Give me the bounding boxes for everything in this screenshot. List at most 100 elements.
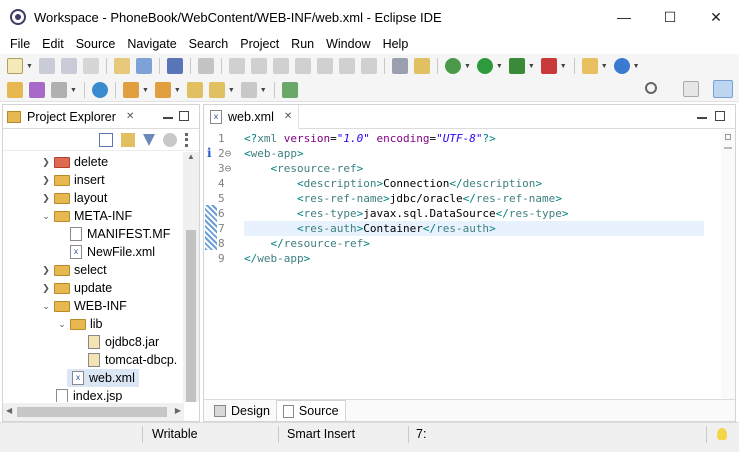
- save-icon[interactable]: [38, 58, 55, 74]
- chevron-down-icon[interactable]: ⌄: [41, 211, 51, 222]
- toggle-block-icon[interactable]: [391, 58, 408, 74]
- collapse-all-icon[interactable]: [99, 132, 113, 147]
- tree-item-lib[interactable]: ⌄ lib: [57, 315, 102, 333]
- print-icon[interactable]: [82, 58, 99, 74]
- menu-run[interactable]: Run: [285, 37, 320, 51]
- new-icon[interactable]: [7, 58, 23, 74]
- line-number[interactable]: 3⊖: [218, 161, 242, 176]
- next-annotation-dropdown-icon[interactable]: ▼: [142, 87, 149, 94]
- run-server-dropdown-icon[interactable]: ▼: [528, 63, 535, 70]
- new-dropdown-icon[interactable]: ▼: [26, 63, 33, 70]
- chevron-right-icon[interactable]: ❯: [41, 175, 51, 186]
- new-class-icon[interactable]: [613, 58, 630, 74]
- menu-edit[interactable]: Edit: [36, 37, 70, 51]
- link-with-editor-icon[interactable]: [121, 132, 135, 147]
- debug-icon[interactable]: [444, 58, 461, 74]
- globe-icon[interactable]: [91, 82, 108, 98]
- back-dropdown-icon[interactable]: ▼: [228, 87, 235, 94]
- open-task-icon[interactable]: [29, 82, 45, 98]
- tree-item-newfile-xml[interactable]: x NewFile.xml: [65, 243, 155, 261]
- close-tab-icon[interactable]: ✕: [284, 111, 292, 122]
- suspend-icon[interactable]: [250, 58, 267, 74]
- code-line[interactable]: <resource-ref>: [244, 161, 364, 176]
- status-insert-mode[interactable]: Smart Insert: [287, 423, 355, 445]
- menu-help[interactable]: Help: [377, 37, 415, 51]
- run-icon[interactable]: [476, 58, 493, 74]
- minimize-view-icon[interactable]: [163, 117, 173, 119]
- tree-item-web-xml[interactable]: x web.xml: [67, 369, 139, 387]
- tree-item-manifest[interactable]: MANIFEST.MF: [65, 225, 170, 243]
- disconnect-icon[interactable]: [294, 58, 311, 74]
- scrollbar-thumb[interactable]: [17, 407, 167, 417]
- scrollbar-thumb[interactable]: [186, 230, 196, 402]
- tree-item-meta-inf[interactable]: ⌄ META-INF: [41, 207, 132, 225]
- tree-item-update[interactable]: ❯ update: [41, 279, 112, 297]
- back-icon[interactable]: [208, 82, 225, 98]
- maximize-editor-icon[interactable]: [715, 111, 725, 121]
- wrench-dropdown-icon[interactable]: ▼: [70, 87, 77, 94]
- forward-icon[interactable]: [240, 82, 257, 98]
- step-over-icon[interactable]: [338, 58, 355, 74]
- mark-occurrences-icon[interactable]: [413, 58, 430, 74]
- previous-annotation-dropdown-icon[interactable]: ▼: [174, 87, 181, 94]
- menu-source[interactable]: Source: [70, 37, 122, 51]
- open-folder-icon[interactable]: [7, 82, 23, 98]
- code-line[interactable]: <res-type>javax.sql.DataSource</res-type…: [244, 206, 569, 221]
- tree-item-insert[interactable]: ❯ insert: [41, 171, 104, 189]
- maximize-view-icon[interactable]: [179, 111, 189, 121]
- minimize-button[interactable]: —: [601, 0, 647, 34]
- code-line[interactable]: </resource-ref>: [244, 236, 370, 251]
- minimize-editor-icon[interactable]: [697, 117, 707, 119]
- focus-icon[interactable]: [163, 132, 177, 147]
- console-icon[interactable]: [166, 58, 183, 74]
- code-line[interactable]: <res-auth>Container</res-auth>: [244, 221, 496, 236]
- open-resource-icon[interactable]: [135, 58, 152, 74]
- tree-item-select[interactable]: ❯ select: [41, 261, 106, 279]
- code-line[interactable]: <description>Connection</description>: [244, 176, 542, 191]
- forward-dropdown-icon[interactable]: ▼: [260, 87, 267, 94]
- wrench-icon[interactable]: [51, 82, 67, 98]
- scroll-left-icon[interactable]: ◀: [6, 406, 12, 415]
- info-icon[interactable]: i: [207, 146, 212, 160]
- pin-editor-icon[interactable]: [281, 82, 298, 98]
- tree-vertical-scrollbar[interactable]: ▲: [183, 152, 199, 402]
- tab-source[interactable]: Source: [275, 400, 346, 421]
- open-perspective-icon[interactable]: [683, 81, 699, 97]
- status-cursor-position[interactable]: 7:: [416, 423, 426, 445]
- annotation-ruler[interactable]: i: [204, 130, 218, 400]
- run-server-icon[interactable]: [508, 58, 525, 74]
- close-view-icon[interactable]: ✕: [126, 111, 134, 122]
- open-type-icon[interactable]: [113, 58, 130, 74]
- code-text[interactable]: <?xml version="1.0" encoding="UTF-8"?> <…: [244, 130, 724, 400]
- tree-horizontal-scrollbar[interactable]: ◀ ▶: [3, 403, 184, 421]
- project-explorer-tab[interactable]: Project Explorer ✕: [3, 105, 138, 129]
- skip-breakpoints-icon[interactable]: [197, 58, 214, 74]
- java-ee-perspective-icon[interactable]: [713, 80, 733, 98]
- next-annotation-icon[interactable]: [122, 82, 139, 98]
- code-area[interactable]: i 1 2⊖ 3⊖ 4 5 6 7 8 9 <?xml version="1.0…: [204, 130, 735, 400]
- close-button[interactable]: ✕: [693, 0, 739, 34]
- new-class-dropdown-icon[interactable]: ▼: [633, 63, 640, 70]
- search-icon[interactable]: [645, 82, 657, 94]
- tree-item-ojdbc8[interactable]: ojdbc8.jar: [83, 333, 159, 351]
- tree-item-index-jsp[interactable]: index.jsp: [51, 387, 122, 402]
- menu-navigate[interactable]: Navigate: [121, 37, 182, 51]
- overview-marker[interactable]: [724, 147, 732, 149]
- maximize-button[interactable]: ☐: [647, 0, 693, 34]
- line-number[interactable]: 2⊖: [218, 146, 242, 161]
- step-return-icon[interactable]: [360, 58, 377, 74]
- tree-item-layout[interactable]: ❯ layout: [41, 189, 107, 207]
- menu-file[interactable]: File: [4, 37, 36, 51]
- tree-item-web-inf[interactable]: ⌄ WEB-INF: [41, 297, 127, 315]
- code-line[interactable]: <res-ref-name>jdbc/oracle</res-ref-name>: [244, 191, 562, 206]
- external-tools-dropdown-icon[interactable]: ▼: [560, 63, 567, 70]
- editor-vertical-scrollbar[interactable]: [721, 130, 735, 400]
- tab-design[interactable]: Design: [208, 400, 276, 421]
- code-line[interactable]: <web-app>: [244, 146, 304, 161]
- terminate-icon[interactable]: [272, 58, 289, 74]
- run-dropdown-icon[interactable]: ▼: [496, 63, 503, 70]
- step-into-icon[interactable]: [316, 58, 333, 74]
- scroll-right-icon[interactable]: ▶: [175, 406, 181, 415]
- tree-item-delete[interactable]: ❯ delete: [41, 153, 108, 171]
- external-tools-icon[interactable]: [540, 58, 557, 74]
